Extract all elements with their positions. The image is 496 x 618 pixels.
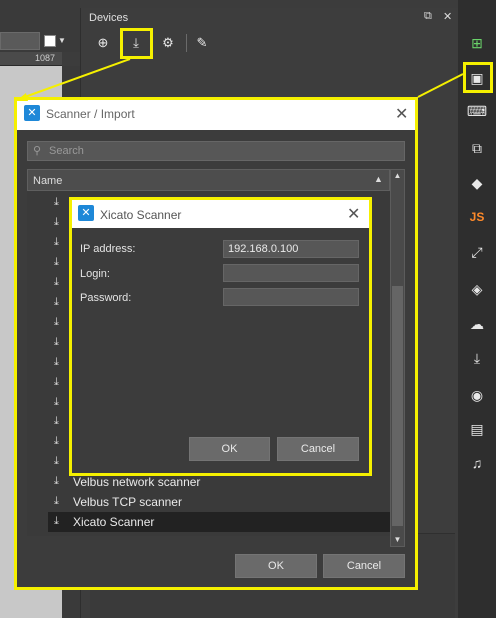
column-name[interactable]: Name [33,175,62,187]
login-label: Login: [80,268,110,280]
import-icon: ⤓ [54,495,59,508]
scroll-thumb[interactable] [392,286,403,526]
list-header[interactable] [27,169,390,191]
search-icon: ⚲ [33,145,42,157]
ip-address-label: IP address: [80,243,136,255]
import-icon: ⤓ [54,295,59,308]
cancel-button[interactable]: Cancel [277,437,359,461]
toolbar-divider [186,34,187,52]
search-placeholder: Search [49,145,84,157]
list-item[interactable]: ⤓ Xicato Scanner [48,512,390,533]
ip-address-field[interactable]: 192.168.0.100 [223,240,359,258]
scroll-up-icon[interactable]: ▲ [390,169,405,183]
fill-icon[interactable]: ◆ [466,172,488,194]
js-icon[interactable]: JS [466,206,488,228]
resize-icon[interactable]: ⤢ [466,241,488,263]
objects-icon[interactable]: ⧉ [466,137,488,159]
import-icon: ⤓ [54,515,59,528]
import-icon: ⤓ [54,235,59,248]
list-item-label: Xicato Scanner [73,515,155,530]
clean-icon[interactable]: ✎ [192,34,212,52]
import-icon: ⤓ [54,475,59,488]
import-icon: ⤓ [54,315,59,328]
dialog-title: Scanner / Import [46,107,135,121]
music-icon[interactable]: ♫ [466,452,488,474]
download-icon[interactable]: ⤓ [466,347,488,369]
import-icon: ⤓ [54,355,59,368]
terminal-icon[interactable]: ⌨ [466,100,488,122]
import-icon: ⤓ [54,255,59,268]
scroll-down-icon[interactable]: ▼ [390,533,405,547]
xicato-scanner-dialog [69,197,372,476]
ok-button[interactable]: OK [189,437,270,461]
image-icon[interactable]: ▤ [466,418,488,440]
app-logo-icon: ✕ [78,205,94,221]
fill-settings-icon[interactable]: ◈ [466,278,488,300]
panel-title: Devices [89,12,129,24]
import-icon: ⤓ [54,215,59,228]
import-icon: ⤓ [54,455,59,468]
cloud-icon[interactable]: ☁ [466,313,488,335]
ruler-mark: 1087 [35,53,56,63]
import-icon: ⤓ [54,415,59,428]
float-icon[interactable]: ⧉ [424,10,432,23]
import-icon: ⤓ [54,395,59,408]
add-device-icon[interactable]: ⊕ [93,34,113,52]
import-icon: ⤓ [54,275,59,288]
sort-up-icon[interactable]: ▲ [374,174,383,184]
list-item-label: Velbus TCP scanner [73,495,182,510]
import-icon: ⤓ [54,335,59,348]
ok-button[interactable]: OK [235,554,317,578]
close-icon[interactable]: ✕ [347,204,360,224]
horizontal-ruler: 1087 [0,52,62,66]
close-icon[interactable]: ✕ [443,10,452,23]
password-label: Password: [80,292,132,304]
list-item[interactable]: ⤓ Velbus TCP scanner [48,492,390,512]
camera-icon[interactable]: ◉ [466,384,488,406]
list-item-label: Velbus network scanner [73,475,201,490]
password-field[interactable] [223,288,359,306]
device-settings-icon[interactable]: ⚙ [158,34,178,52]
chevron-down-icon[interactable]: ▼ [58,36,66,45]
app-logo-icon: ✕ [24,105,40,121]
import-icon: ⤓ [54,435,59,448]
color-swatch[interactable] [44,35,56,47]
import-highlight-box [120,28,153,59]
import-icon: ⤓ [54,196,59,208]
login-field[interactable] [223,264,359,282]
dialog-title: Xicato Scanner [100,208,182,222]
close-icon[interactable]: ✕ [395,104,408,124]
devices-highlight-box [463,62,493,93]
import-icon: ⤓ [54,375,59,388]
cancel-button[interactable]: Cancel [323,554,405,578]
toolbar-field[interactable] [0,32,40,50]
tree-icon[interactable]: ⊞ [466,32,488,54]
